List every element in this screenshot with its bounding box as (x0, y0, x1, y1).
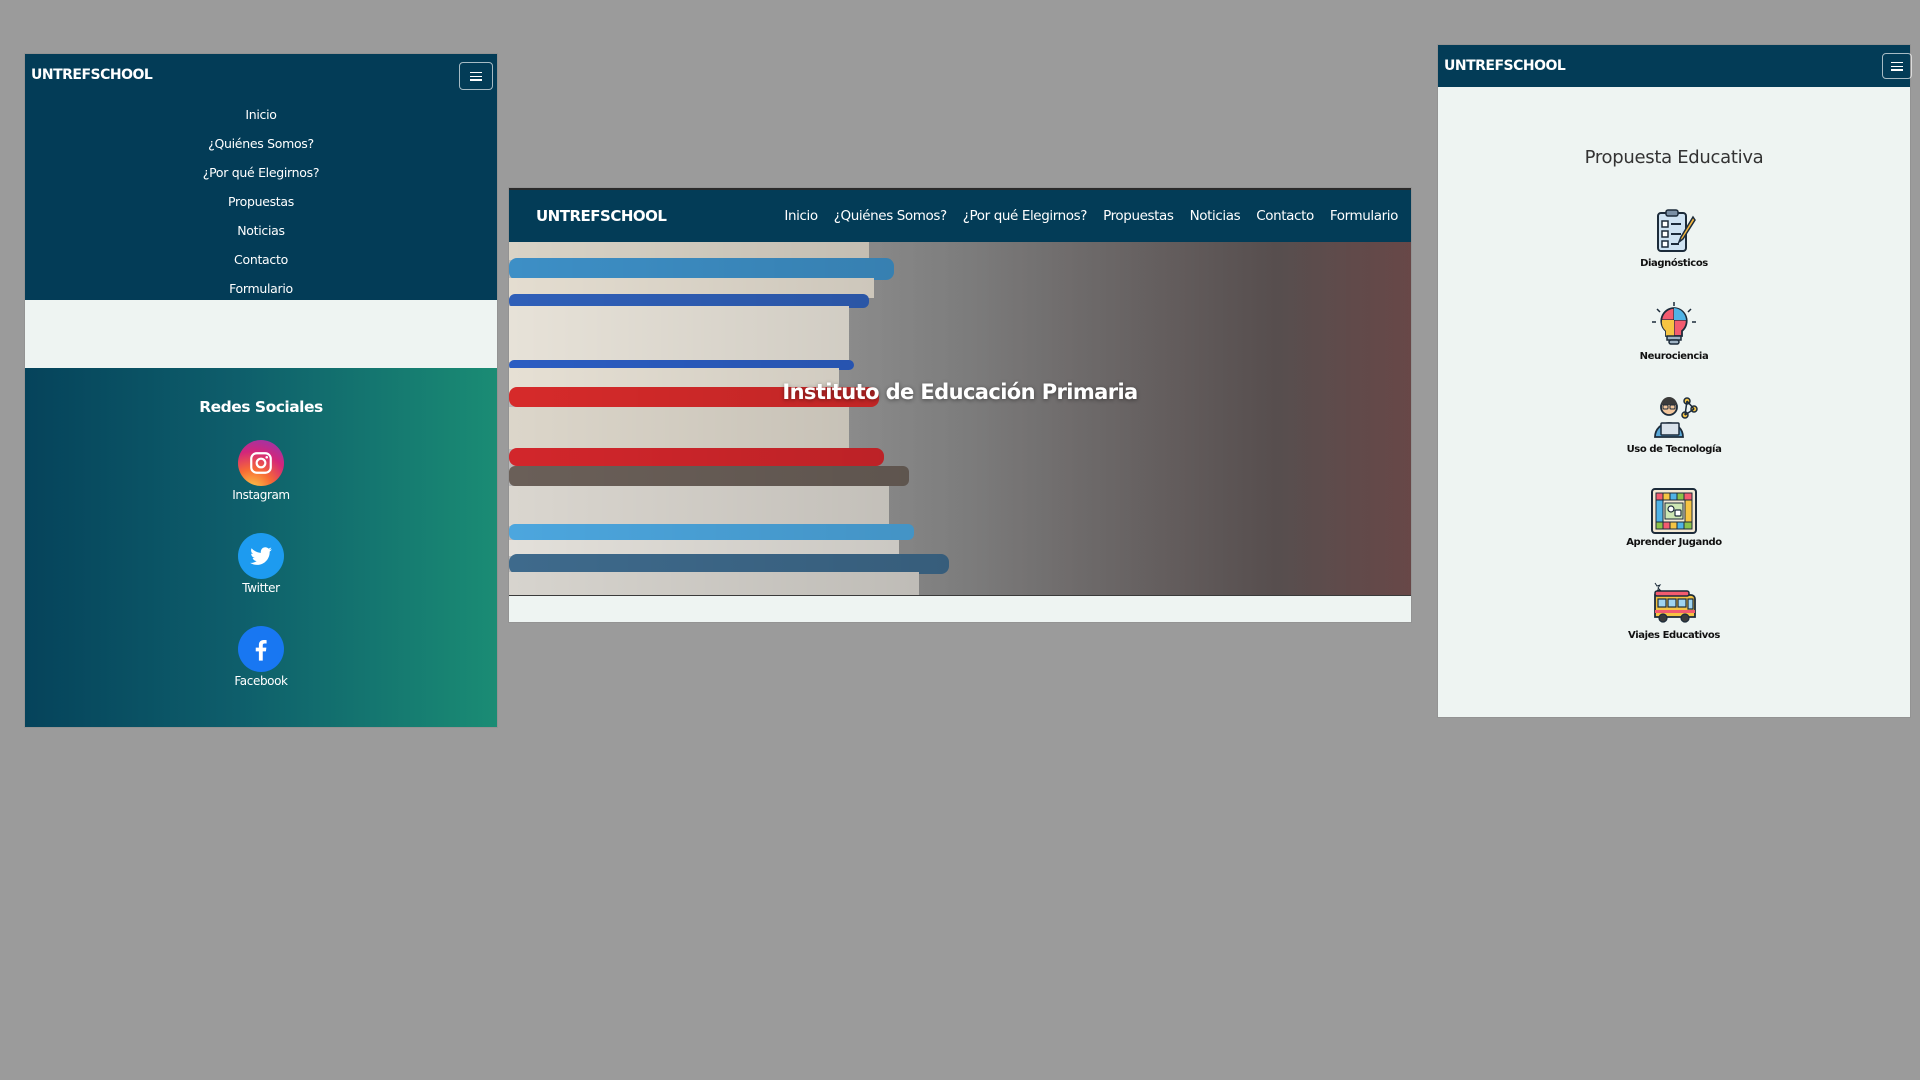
propuesta-item-viajes-educativos: Viajes Educativos (1438, 579, 1910, 641)
social-section: Redes Sociales Instagram Twitter Faceboo… (25, 368, 497, 727)
social-label: Facebook (234, 674, 288, 688)
board-game-icon (1649, 486, 1699, 536)
desktop-home-screen: UNTREFSCHOOL Inicio ¿Quiénes Somos? ¿Por… (509, 188, 1411, 622)
hamburger-icon (1891, 61, 1903, 71)
propuesta-label: Uso de Tecnología (1626, 444, 1722, 455)
nav-item-inicio[interactable]: Inicio (784, 208, 818, 224)
nav-item-noticias[interactable]: Noticias (1190, 208, 1241, 224)
propuesta-item-diagnosticos: Diagnósticos (1438, 207, 1910, 269)
nav-item-quienes-somos[interactable]: ¿Quiénes Somos? (834, 208, 947, 224)
nav-menu: Inicio ¿Quiénes Somos? ¿Por qué Elegirno… (25, 100, 497, 303)
propuesta-screen: UNTREFSCHOOL Propuesta Educativa Diagnós… (1438, 45, 1912, 717)
social-label: Instagram (232, 488, 290, 502)
social-title: Redes Sociales (199, 398, 323, 416)
nav-item-propuestas[interactable]: Propuestas (25, 187, 497, 216)
propuesta-item-neurociencia: Neurociencia (1438, 300, 1910, 362)
nav-item-contacto[interactable]: Contacto (25, 245, 497, 274)
nav-item-formulario[interactable]: Formulario (25, 274, 497, 303)
hamburger-icon (470, 71, 482, 81)
nav-item-propuestas[interactable]: Propuestas (1103, 208, 1174, 224)
social-link-instagram[interactable]: Instagram (25, 440, 497, 502)
books-stack-image (509, 242, 1411, 595)
propuesta-item-uso-tecnologia: Uso de Tecnología (1438, 393, 1910, 455)
propuesta-label: Viajes Educativos (1628, 630, 1720, 641)
brand-logo[interactable]: UNTREFSCHOOL (1444, 58, 1566, 74)
hamburger-menu-button[interactable] (1882, 53, 1912, 79)
brand-logo[interactable]: UNTREFSCHOOL (31, 67, 153, 83)
propuesta-item-aprender-jugando: Aprender Jugando (1438, 486, 1910, 548)
brain-lightbulb-icon (1649, 300, 1699, 350)
navbar: UNTREFSCHOOL Inicio ¿Quiénes Somos? ¿Por… (25, 54, 497, 300)
navbar: UNTREFSCHOOL (1438, 45, 1912, 87)
section-title: Propuesta Educativa (1584, 147, 1764, 168)
propuesta-label: Neurociencia (1639, 351, 1709, 362)
content-spacer (25, 300, 497, 368)
hero-banner: Instituto de Educación Primaria (509, 242, 1411, 595)
nav-item-formulario[interactable]: Formulario (1330, 208, 1399, 224)
nav-item-inicio[interactable]: Inicio (25, 100, 497, 129)
nav-menu: Inicio ¿Quiénes Somos? ¿Por qué Elegirno… (768, 208, 1398, 224)
twitter-icon (238, 533, 284, 579)
hamburger-menu-button[interactable] (459, 62, 493, 90)
checklist-icon (1649, 207, 1699, 257)
facebook-icon (238, 626, 284, 672)
mobile-menu-screen: UNTREFSCHOOL Inicio ¿Quiénes Somos? ¿Por… (25, 54, 497, 727)
nav-item-quienes-somos[interactable]: ¿Quiénes Somos? (25, 129, 497, 158)
brand-logo[interactable]: UNTREFSCHOOL (536, 207, 667, 225)
nav-item-noticias[interactable]: Noticias (25, 216, 497, 245)
nav-item-contacto[interactable]: Contacto (1256, 208, 1314, 224)
student-laptop-icon (1649, 393, 1699, 443)
social-link-facebook[interactable]: Facebook (25, 626, 497, 688)
instagram-icon (238, 440, 284, 486)
social-link-twitter[interactable]: Twitter (25, 533, 497, 595)
content-strip (509, 595, 1411, 621)
nav-item-por-que-elegirnos[interactable]: ¿Por qué Elegirnos? (963, 208, 1088, 224)
social-label: Twitter (242, 581, 280, 595)
hero-title: Instituto de Educación Primaria (782, 380, 1138, 404)
propuesta-label: Diagnósticos (1640, 258, 1708, 269)
navbar: UNTREFSCHOOL Inicio ¿Quiénes Somos? ¿Por… (509, 188, 1411, 242)
school-bus-icon (1649, 579, 1699, 629)
nav-item-por-que-elegirnos[interactable]: ¿Por qué Elegirnos? (25, 158, 497, 187)
propuesta-label: Aprender Jugando (1626, 537, 1722, 548)
